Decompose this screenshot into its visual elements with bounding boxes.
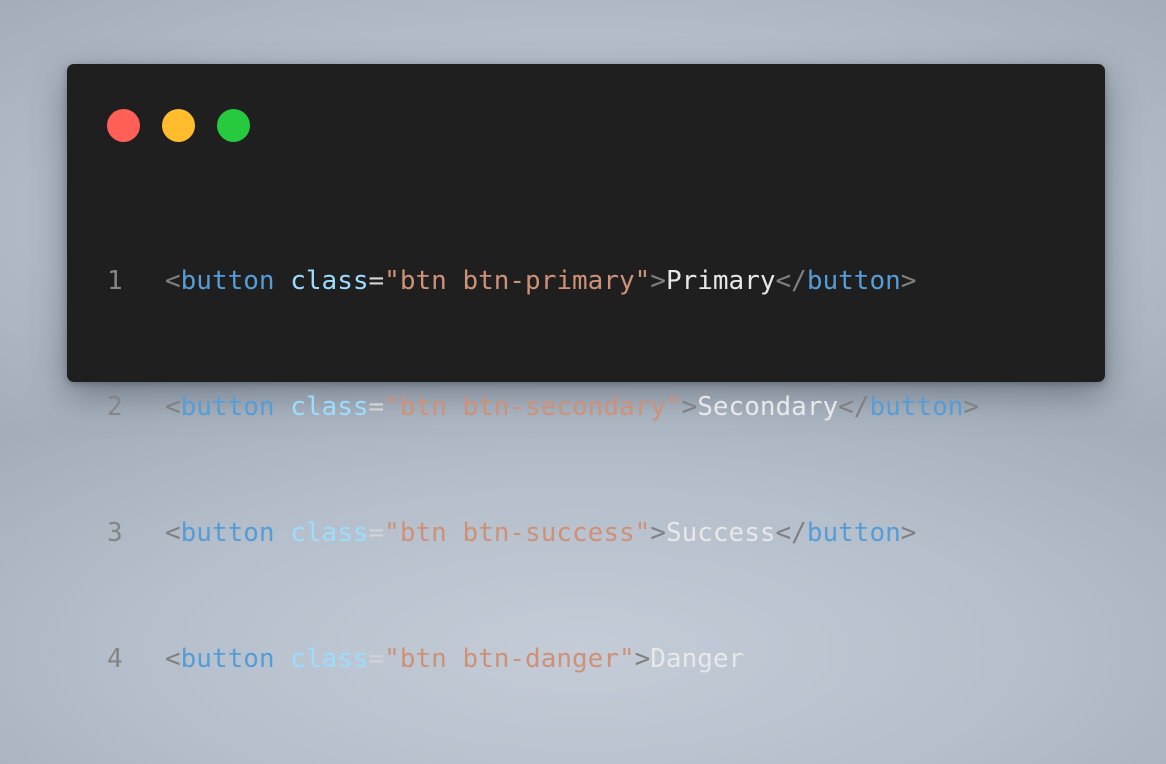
- attribute-value: "btn btn-danger": [384, 644, 635, 674]
- element-text: Danger: [650, 644, 745, 674]
- close-dot-icon: [107, 109, 140, 142]
- tag-name: button: [180, 392, 275, 422]
- element-text: Primary: [665, 266, 776, 296]
- tag-name: button: [180, 518, 275, 548]
- end-tag-close-bracket: >: [963, 392, 980, 422]
- end-tag-open-bracket: </: [775, 518, 807, 548]
- line-number: 1: [107, 266, 123, 296]
- tag-open-bracket: <: [165, 518, 181, 548]
- end-tag-open-bracket: </: [838, 392, 870, 422]
- equals-sign: =: [368, 518, 385, 548]
- element-text: Success: [665, 518, 776, 548]
- code-line: 2 < button class = "btn btn-secondary" > Seco…: [107, 386, 979, 428]
- end-tag-name: button: [869, 392, 964, 422]
- end-tag-close-bracket: >: [900, 518, 917, 548]
- tag-close-bracket: >: [650, 266, 666, 296]
- tag-close-bracket: >: [650, 518, 666, 548]
- attribute-value: "btn btn-secondary": [384, 392, 682, 422]
- equals-sign: =: [368, 392, 385, 422]
- equals-sign: =: [368, 266, 385, 296]
- code-block: 1 < button class = "btn btn-primary" > Primar…: [107, 176, 979, 764]
- code-window: 1 < button class = "btn btn-primary" > Primar…: [67, 64, 1105, 674]
- attribute-name: class: [290, 266, 369, 296]
- tag-open-bracket: <: [165, 644, 181, 674]
- attribute-value: "btn btn-success": [384, 518, 651, 548]
- tag-open-bracket: <: [165, 266, 181, 296]
- tag-open-bracket: <: [165, 392, 181, 422]
- maximize-dot-icon: [217, 109, 250, 142]
- end-tag-open-bracket: </: [775, 266, 807, 296]
- end-tag-close-bracket: >: [900, 266, 917, 296]
- end-tag-name: button: [806, 266, 901, 296]
- code-line: 3 < button class = "btn btn-success" > Succes…: [107, 512, 979, 554]
- code-line: 1 < button class = "btn btn-primary" > Primar…: [107, 260, 979, 302]
- window-controls: [107, 109, 250, 142]
- code-line: 4 < button class = "btn btn-danger" > Danger: [107, 638, 979, 680]
- attribute-name: class: [290, 518, 369, 548]
- attribute-value: "btn btn-primary": [384, 266, 651, 296]
- end-tag-name: button: [806, 518, 901, 548]
- tag-close-bracket: >: [681, 392, 698, 422]
- minimize-dot-icon: [162, 109, 195, 142]
- equals-sign: =: [368, 644, 385, 674]
- attribute-name: class: [290, 644, 369, 674]
- tag-close-bracket: >: [634, 644, 651, 674]
- line-number: 4: [107, 644, 123, 674]
- attribute-name: class: [290, 392, 369, 422]
- line-number: 3: [107, 518, 123, 548]
- tag-name: button: [180, 266, 275, 296]
- element-text: Secondary: [697, 392, 839, 422]
- line-number: 2: [107, 392, 123, 422]
- tag-name: button: [180, 644, 275, 674]
